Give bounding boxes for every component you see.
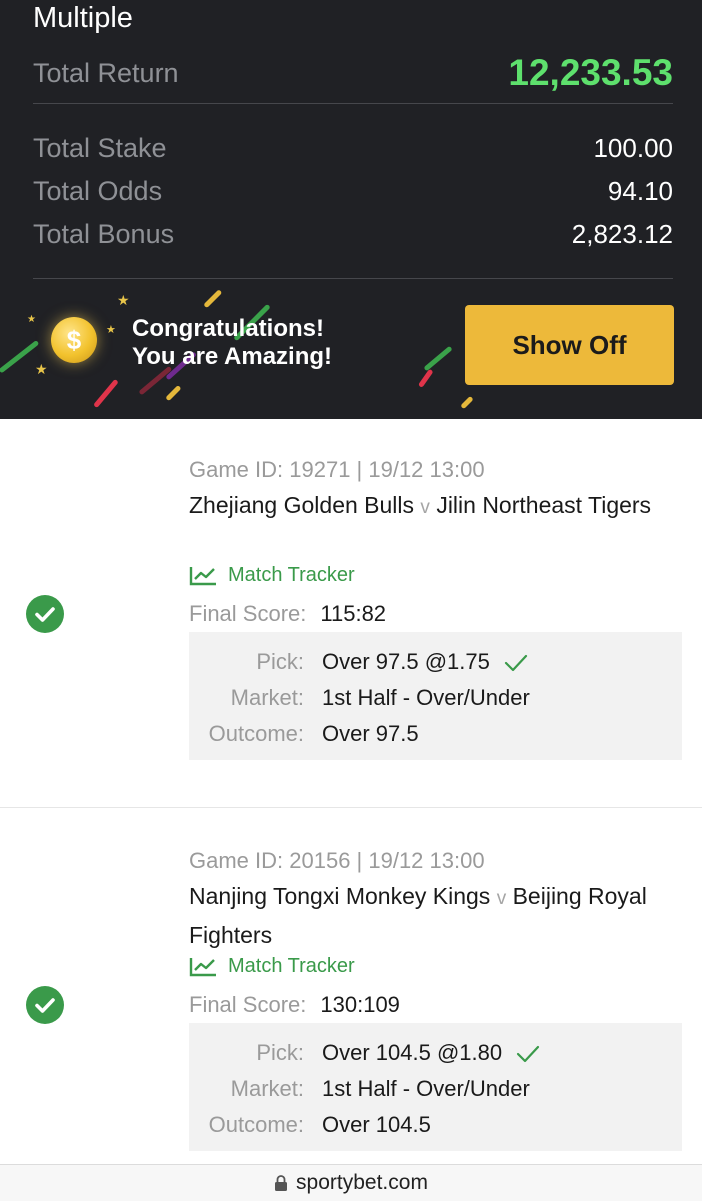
won-check-icon [26,595,64,633]
versus-separator: v [496,888,507,909]
market-value: 1st Half - Over/Under [322,685,530,710]
final-score-row: Final Score: 115:82 [189,601,386,627]
total-odds-label: Total Odds [33,175,163,206]
confetti-streak [203,289,223,309]
pick-text: Over 104.5 @1.80 [322,1040,503,1065]
versus-separator: v [420,497,430,518]
match-teams: Zhejiang Golden Bulls v Jilin Northeast … [189,487,689,526]
confetti-streak [165,385,182,402]
confetti-streak [93,378,119,409]
bet-leg: Game ID: 20156 | 19/12 13:00 Nanjing Ton… [0,810,702,1164]
sparkle-star-icon: ★ [117,292,130,308]
game-id-date: Game ID: 19271 | 19/12 13:00 [189,457,485,482]
match-teams: Nanjing Tongxi Monkey Kings v Beijing Ro… [189,878,689,953]
away-team: Jilin Northeast Tigers [436,492,652,518]
show-off-button[interactable]: Show Off [465,305,674,385]
total-return-label: Total Return [33,57,179,88]
total-stake-row: Total Stake 100.00 [33,130,673,166]
total-bonus-label: Total Bonus [33,218,175,249]
congrats-line-1: Congratulations! [132,315,324,342]
congratulations-message: Congratulations! You are Amazing! [132,315,332,371]
sparkle-star-icon: ★ [35,361,48,377]
market-value: 1st Half - Over/Under [322,1076,530,1101]
outcome-label: Outcome: [208,1112,304,1137]
match-tracker-label: Match Tracker [228,564,355,586]
final-score-row: Final Score: 130:109 [189,992,400,1018]
total-return-value: 12,233.53 [508,52,673,93]
congrats-line-2: You are Amazing! [132,343,333,370]
confetti-streak [460,395,474,410]
pick-value: Over 104.5 @1.80 [322,1040,540,1066]
total-odds-row: Total Odds 94.10 [33,173,673,209]
outcome-label: Outcome: [208,721,304,746]
final-score-label: Final Score: [189,992,307,1017]
match-tracker-label: Match Tracker [228,955,355,977]
confetti-streak [423,345,453,372]
line-chart-icon [189,957,216,976]
sparkle-star-icon: ★ [27,314,36,325]
pick-won-check-icon [517,1046,540,1063]
url-text: sportybet.com [296,1171,428,1194]
pick-details-box: Pick: Over 104.5 @1.80 Market: 1st Half … [189,1023,682,1151]
bet-type-title: Multiple [33,2,133,34]
confetti-streak [417,368,434,388]
game-id-date: Game ID: 20156 | 19/12 13:00 [189,848,485,873]
outcome-value: Over 104.5 [322,1112,431,1137]
final-score-label: Final Score: [189,601,307,626]
match-tracker-link[interactable]: Match Tracker [189,955,355,978]
total-bonus-row: Total Bonus 2,823.12 [33,216,673,252]
total-return-row: Total Return 12,233.53 [33,52,673,94]
won-check-icon [26,986,64,1024]
pick-label: Pick: [256,1040,304,1065]
lock-icon [275,1175,288,1191]
market-label: Market: [230,1076,304,1101]
total-stake-label: Total Stake [33,132,167,163]
confetti-streak [0,339,40,374]
pick-won-check-icon [504,655,527,672]
total-odds-value: 94.10 [607,175,673,206]
pick-label: Pick: [256,649,304,674]
leg-divider [0,807,702,808]
pick-value: Over 97.5 @1.75 [322,649,528,675]
browser-url-bar[interactable]: sportybet.com [0,1164,702,1201]
home-team: Nanjing Tongxi Monkey Kings [189,883,491,909]
final-score-value: 130:109 [320,992,400,1017]
total-bonus-value: 2,823.12 [571,218,673,249]
pick-text: Over 97.5 @1.75 [322,649,490,674]
final-score-value: 115:82 [320,601,387,626]
bet-summary-panel: Multiple Total Return 12,233.53 Total St… [0,0,702,419]
outcome-value: Over 97.5 [322,721,419,746]
summary-divider [33,103,673,104]
sparkle-star-icon: ★ [106,324,116,336]
bet-leg: Game ID: 19271 | 19/12 13:00 Zhejiang Go… [0,419,702,807]
market-label: Market: [230,685,304,710]
line-chart-icon [189,566,216,585]
pick-details-box: Pick: Over 97.5 @1.75 Market: 1st Half -… [189,632,682,760]
total-stake-value: 100.00 [593,132,673,163]
match-tracker-link[interactable]: Match Tracker [189,564,355,587]
coin-icon: $ [51,317,97,363]
home-team: Zhejiang Golden Bulls [189,492,415,518]
